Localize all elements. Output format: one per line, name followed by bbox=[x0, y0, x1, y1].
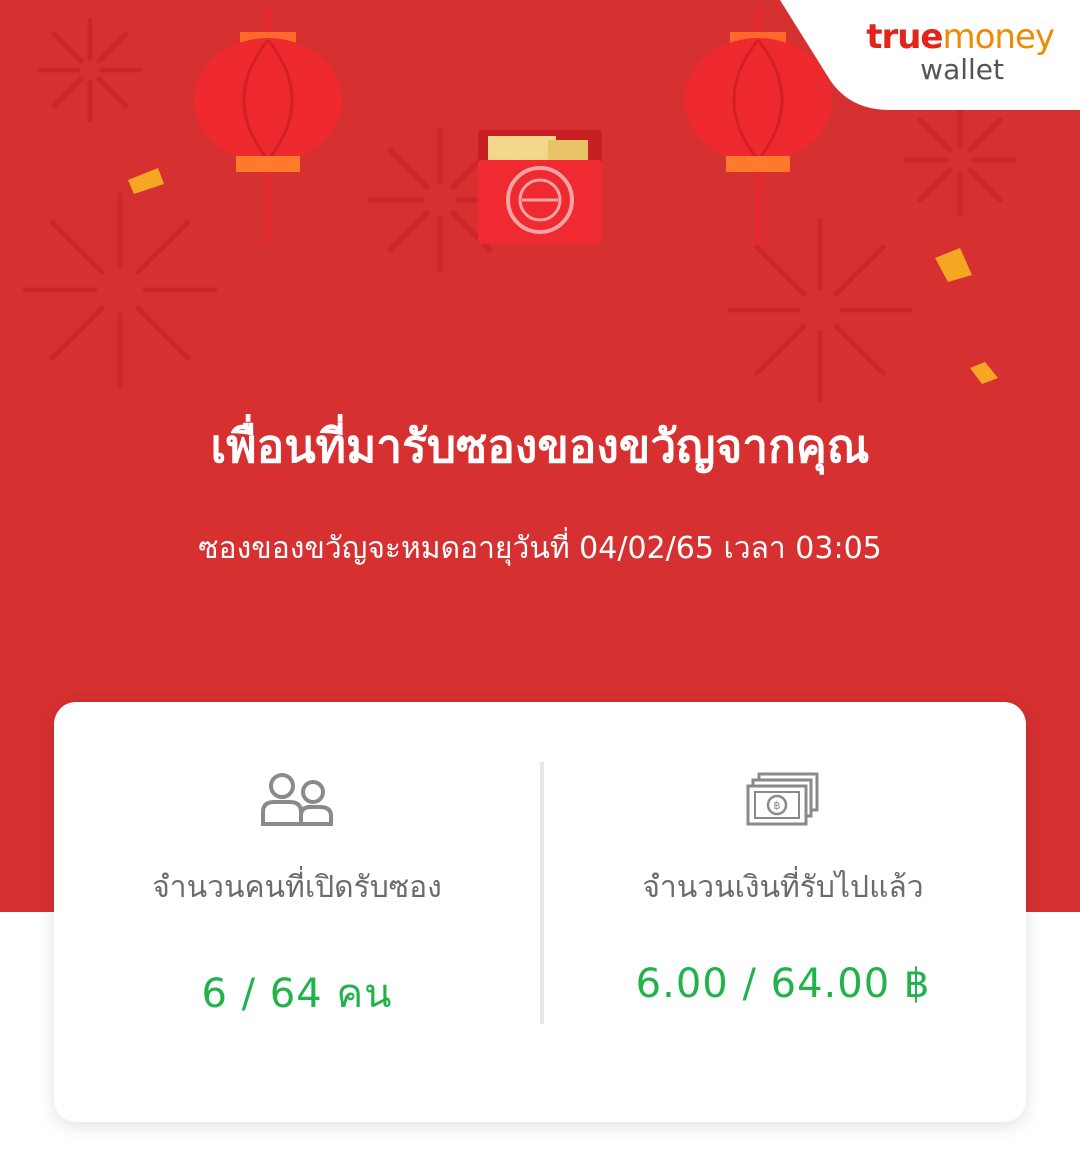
svg-text:฿: ฿ bbox=[774, 799, 781, 812]
page-title: เพื่อนที่มารับซองของขวัญจากคุณ bbox=[210, 419, 870, 473]
stats-card: จำนวนคนที่เปิดรับซอง 6 / 64 คน ฿ จำนวนเง… bbox=[54, 702, 1026, 1122]
money-stat: ฿ จำนวนเงินที่รับไปแล้ว 6.00 / 64.00 ฿ bbox=[540, 772, 1026, 1007]
people-value: 6 / 64 คน bbox=[201, 971, 393, 1017]
lantern-icon bbox=[194, 5, 342, 245]
people-icon bbox=[261, 773, 333, 826]
people-label: จำนวนคนที่เปิดรับซอง bbox=[152, 870, 442, 905]
banknote-icon: ฿ bbox=[746, 772, 819, 826]
truemoney-logo: truemoney wallet bbox=[866, 17, 1055, 86]
people-stat: จำนวนคนที่เปิดรับซอง 6 / 64 คน bbox=[54, 772, 540, 1025]
expiry-text: ซองของขวัญจะหมดอายุวันที่ 04/02/65 เวลา … bbox=[198, 531, 882, 566]
red-envelope-icon bbox=[478, 130, 602, 244]
money-label: จำนวนเงินที่รับไปแล้ว bbox=[642, 870, 924, 905]
money-value: 6.00 / 64.00 ฿ bbox=[635, 961, 931, 1007]
